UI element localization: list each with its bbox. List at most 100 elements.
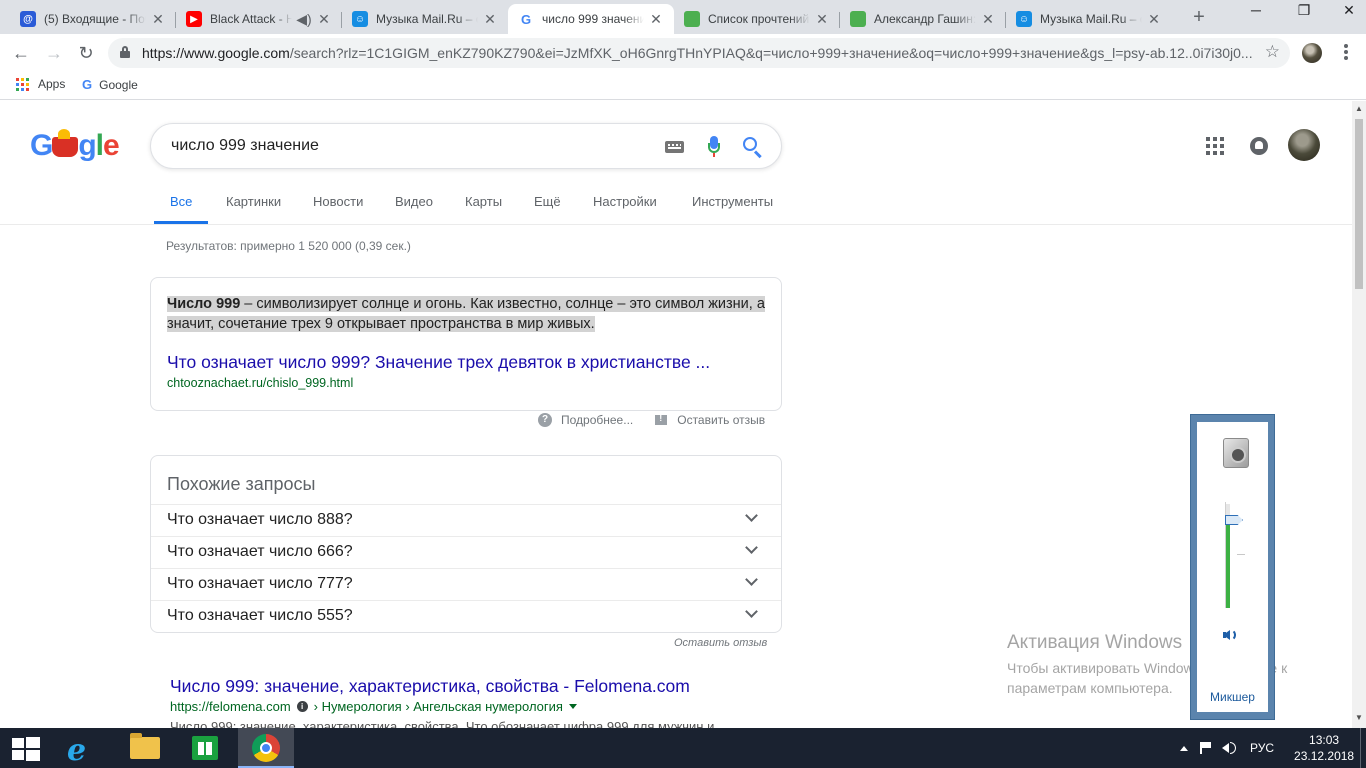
google-apps-icon[interactable]: [1206, 137, 1224, 155]
logo-letter: g: [78, 129, 96, 162]
browser-tab[interactable]: Список прочтений ✕: [674, 4, 840, 34]
tab-images[interactable]: Картинки: [226, 194, 281, 224]
related-question[interactable]: Что означает число 666?: [151, 536, 781, 568]
page-scrollbar[interactable]: ▲ ▼: [1352, 101, 1366, 728]
volume-slider[interactable]: [1225, 494, 1247, 610]
santa-sleigh-icon: [52, 129, 79, 157]
tab-title: Список прочтений: [708, 12, 810, 26]
close-tab-icon[interactable]: ✕: [316, 11, 332, 28]
chevron-down-icon[interactable]: [745, 605, 758, 618]
google-doodle-logo[interactable]: Ggle: [30, 129, 120, 163]
search-icon[interactable]: [743, 137, 763, 159]
tab-video[interactable]: Видео: [395, 194, 433, 224]
taskbar-chrome[interactable]: [238, 728, 294, 768]
lock-icon[interactable]: [120, 46, 130, 58]
audio-playing-icon[interactable]: ◀): [296, 11, 312, 28]
tab-title: (5) Входящие - Поч: [44, 12, 146, 26]
show-hidden-icons[interactable]: [1180, 745, 1188, 751]
mixer-link[interactable]: Микшер: [1197, 690, 1268, 704]
browser-tab[interactable]: ☺ Музыка Mail.Ru – с ✕: [342, 4, 508, 34]
taskbar-internet-explorer[interactable]: e: [54, 728, 110, 768]
chevron-down-icon[interactable]: [745, 509, 758, 522]
profile-avatar[interactable]: [1302, 43, 1322, 63]
tab-tools[interactable]: Инструменты: [692, 194, 773, 224]
notifications-bell-icon[interactable]: [1250, 137, 1268, 155]
forward-button[interactable]: →: [41, 40, 67, 66]
scroll-up-arrow[interactable]: ▲: [1354, 104, 1364, 113]
bookmark-apps[interactable]: Apps: [16, 77, 65, 91]
tab-title: число 999 значени: [542, 12, 644, 26]
leave-feedback-link[interactable]: Оставить отзыв: [677, 413, 765, 427]
featured-snippet: Число 999 – символизирует солнце и огонь…: [150, 277, 782, 411]
tab-news[interactable]: Новости: [313, 194, 363, 224]
reload-button[interactable]: ↻: [73, 40, 99, 66]
mail-at-icon: @: [20, 11, 36, 27]
result-title-link[interactable]: Число 999: значение, характеристика, сво…: [170, 676, 690, 697]
browser-tab[interactable]: Александр Гашин: ✕: [840, 4, 1006, 34]
info-icon[interactable]: i: [296, 701, 308, 712]
close-tab-icon[interactable]: ✕: [980, 11, 996, 28]
tab-maps[interactable]: Карты: [465, 194, 502, 224]
result-breadcrumb: › Нумерология › Ангельская нумерология: [313, 699, 563, 714]
account-avatar[interactable]: [1288, 129, 1320, 161]
tab-more[interactable]: Ещё: [534, 194, 561, 224]
search-box[interactable]: число 999 значение: [150, 123, 782, 169]
system-tray: РУС 13:03 23.12.2018: [1174, 728, 1354, 768]
tab-all[interactable]: Все: [153, 194, 210, 224]
new-tab-button[interactable]: +: [1188, 6, 1210, 29]
maximize-button[interactable]: ❐: [1289, 2, 1319, 24]
volume-icon[interactable]: [1222, 742, 1238, 754]
language-indicator[interactable]: РУС: [1250, 741, 1274, 755]
keyboard-icon[interactable]: [665, 141, 684, 153]
url-text[interactable]: https://www.google.com/search?rlz=1C1GIG…: [142, 45, 1252, 61]
logo-letter: e: [103, 129, 120, 162]
scroll-thumb[interactable]: [1355, 119, 1363, 289]
back-button[interactable]: ←: [8, 40, 34, 66]
result-description: Число 999: значение, характеристика, сво…: [170, 719, 729, 728]
close-tab-icon[interactable]: ✕: [150, 11, 166, 28]
related-question[interactable]: Что означает число 777?: [151, 568, 781, 600]
snippet-link[interactable]: Что означает число 999? Значение трех де…: [167, 352, 710, 373]
caret-down-icon[interactable]: [568, 704, 577, 709]
close-tab-icon[interactable]: ✕: [482, 11, 498, 28]
close-window-button[interactable]: ✕: [1334, 2, 1364, 24]
browser-tab[interactable]: ▶ Black Attack - Н ◀) ✕: [176, 4, 342, 34]
browser-tab-active[interactable]: G число 999 значени ✕: [508, 4, 674, 34]
close-tab-icon[interactable]: ✕: [648, 11, 664, 28]
logo-letter: l: [95, 129, 104, 162]
tab-settings[interactable]: Настройки: [593, 194, 657, 224]
clock[interactable]: 13:03 23.12.2018: [1294, 732, 1354, 764]
help-icon[interactable]: ?: [538, 413, 552, 427]
browser-tab[interactable]: @ (5) Входящие - Поч ✕: [10, 4, 176, 34]
speaker-device-icon[interactable]: [1223, 438, 1249, 468]
chevron-down-icon[interactable]: [745, 573, 758, 586]
feedback-icon[interactable]: [655, 413, 668, 425]
taskbar-file-explorer[interactable]: [116, 728, 172, 768]
search-input[interactable]: число 999 значение: [171, 137, 319, 155]
minimize-button[interactable]: ─: [1241, 2, 1271, 24]
bookmark-google[interactable]: G Google: [82, 77, 138, 92]
taskbar-store[interactable]: [176, 728, 232, 768]
related-feedback-link[interactable]: Оставить отзыв: [674, 637, 767, 649]
clock-date: 23.12.2018: [1294, 749, 1355, 763]
related-question[interactable]: Что означает число 888?: [151, 504, 781, 536]
browser-tab[interactable]: ☺ Музыка Mail.Ru – с ✕: [1006, 4, 1172, 34]
speaker-mute-icon[interactable]: [1223, 628, 1241, 642]
related-questions: Похожие запросы Что означает число 888? …: [150, 455, 782, 633]
mailru-music-icon: ☺: [1016, 11, 1032, 27]
more-info-link[interactable]: Подробнее...: [561, 413, 633, 427]
chevron-down-icon[interactable]: [745, 541, 758, 554]
address-bar[interactable]: https://www.google.com/search?rlz=1C1GIG…: [108, 38, 1290, 68]
microphone-icon[interactable]: [708, 136, 720, 158]
chrome-menu-icon[interactable]: [1336, 42, 1356, 64]
related-question[interactable]: Что означает число 555?: [151, 600, 781, 632]
action-center-flag-icon[interactable]: [1200, 742, 1212, 754]
scroll-down-arrow[interactable]: ▼: [1354, 713, 1364, 722]
bookmark-label: Google: [99, 77, 138, 92]
close-tab-icon[interactable]: ✕: [1146, 11, 1162, 28]
windows-start-icon[interactable]: [8, 736, 42, 762]
bookmark-star-icon[interactable]: ☆: [1265, 42, 1280, 62]
close-tab-icon[interactable]: ✕: [814, 11, 830, 28]
tab-title: Black Attack - Н: [210, 12, 292, 26]
show-desktop-button[interactable]: [1360, 728, 1366, 768]
